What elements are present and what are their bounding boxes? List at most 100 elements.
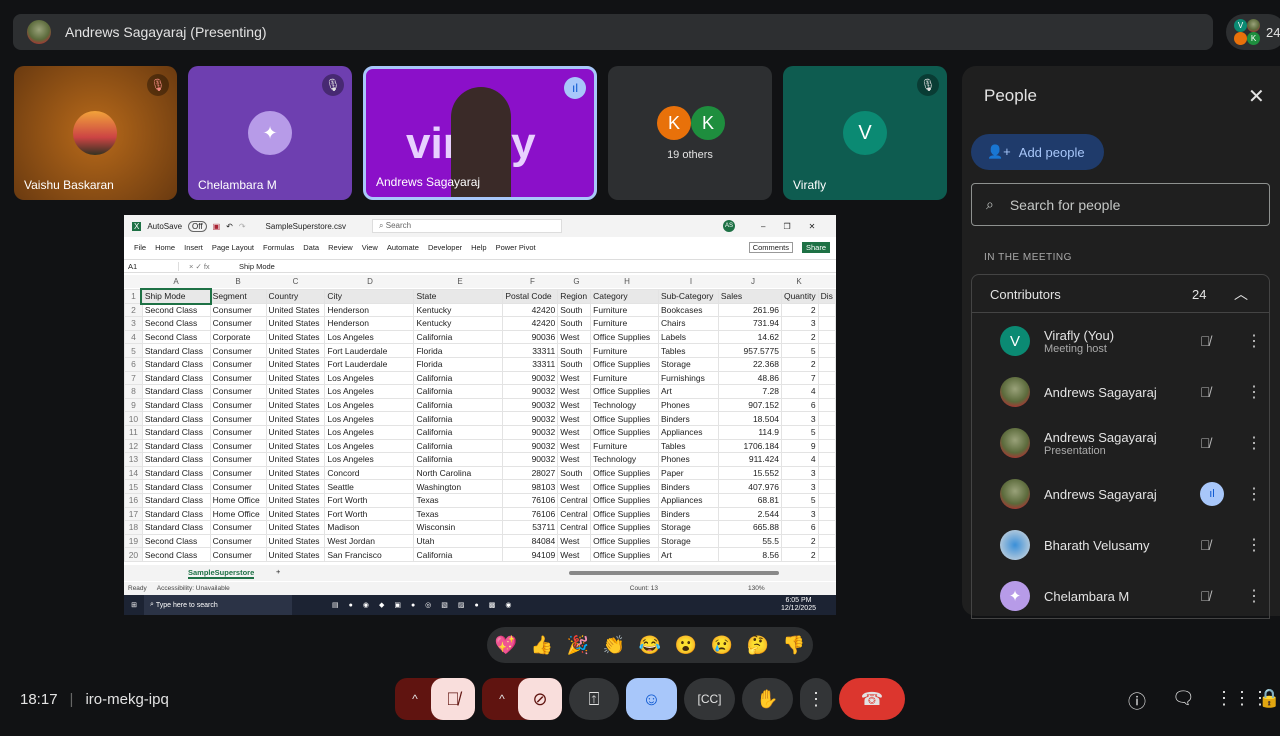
row-number[interactable]: 13 [124, 452, 143, 467]
column-header-cell[interactable]: Sales [717, 289, 782, 304]
cell[interactable]: Los Angeles [324, 411, 415, 426]
cell[interactable]: United States [265, 438, 326, 454]
cell[interactable]: United States [265, 384, 326, 399]
redo-icon[interactable]: ↷ [239, 222, 246, 231]
cell[interactable]: California [413, 547, 504, 562]
cell[interactable]: United States [265, 506, 326, 522]
row-number[interactable]: 12 [124, 438, 143, 454]
cell[interactable]: 2 [780, 356, 819, 372]
cell[interactable]: Appliances [657, 424, 719, 440]
cell[interactable]: United States [265, 533, 326, 549]
cell[interactable]: Florida [413, 356, 504, 372]
cell[interactable]: 90032 [502, 397, 559, 413]
cell[interactable]: Washington [413, 479, 504, 494]
column-letter[interactable]: J [721, 277, 785, 286]
cell[interactable]: Phones [657, 452, 719, 467]
column-letter[interactable]: E [415, 277, 505, 286]
cell[interactable]: Kentucky [413, 302, 504, 318]
row-number[interactable]: 19 [124, 533, 143, 549]
reaction-emoji-button[interactable]: 💖 [488, 635, 524, 656]
cell[interactable]: Fort Worth [324, 492, 415, 508]
cell[interactable]: West [557, 424, 592, 440]
reaction-emoji-button[interactable]: 😮 [668, 635, 704, 656]
cell[interactable] [817, 356, 836, 372]
cell[interactable]: California [413, 397, 504, 413]
cell[interactable]: Consumer [209, 533, 267, 549]
cell[interactable]: West [557, 533, 592, 549]
cell[interactable]: 90036 [502, 329, 559, 345]
cell[interactable]: Office Supplies [590, 411, 659, 426]
cell[interactable]: Los Angeles [324, 397, 415, 413]
raise-hand-button[interactable]: ✋ [742, 678, 793, 720]
save-icon[interactable]: ▣ [213, 222, 221, 231]
cell[interactable]: West [557, 547, 592, 562]
cell[interactable]: Los Angeles [324, 370, 415, 386]
cell[interactable]: South [557, 465, 592, 481]
cell[interactable]: Consumer [209, 547, 267, 562]
column-letter[interactable]: C [266, 277, 325, 286]
cell[interactable]: Consumer [209, 356, 267, 372]
cell[interactable]: 2.544 [717, 506, 782, 522]
cell[interactable]: 957.5775 [717, 343, 782, 358]
cell[interactable]: Tables [657, 438, 719, 454]
cell[interactable]: Standard Class [141, 397, 211, 413]
cell[interactable]: West [557, 397, 592, 413]
cell[interactable]: 9 [780, 438, 819, 454]
reaction-emoji-button[interactable]: 😢 [704, 635, 740, 656]
cell[interactable]: Storage [657, 533, 719, 549]
cell[interactable]: South [557, 356, 592, 372]
cell[interactable]: West [557, 411, 592, 426]
cell[interactable]: Paper [657, 465, 719, 481]
column-header-cell[interactable]: Country [265, 289, 326, 304]
cell[interactable]: Furniture [590, 343, 659, 358]
cell[interactable]: South [557, 316, 592, 331]
cell[interactable]: 28027 [502, 465, 559, 481]
cell[interactable]: United States [265, 492, 326, 508]
minimize-icon[interactable]: – [761, 222, 765, 231]
row-number[interactable]: 8 [124, 384, 143, 399]
cell[interactable]: 90032 [502, 424, 559, 440]
cell[interactable]: Office Supplies [590, 479, 659, 494]
column-header-cell[interactable]: Ship Mode [140, 287, 213, 306]
participant-row[interactable]: Andrews Sagayaraj ıl ⋮ [1000, 474, 1262, 514]
cell[interactable]: United States [265, 411, 326, 426]
cell[interactable]: West [557, 329, 592, 345]
cell[interactable]: West Jordan [324, 533, 415, 549]
cell[interactable]: 3 [780, 465, 819, 481]
reaction-emoji-button[interactable]: 👎 [776, 635, 812, 656]
cell[interactable]: Home Office [209, 492, 267, 508]
cell[interactable]: 76106 [502, 506, 559, 522]
row-number[interactable]: 18 [124, 520, 143, 535]
row-number[interactable]: 7 [124, 370, 143, 386]
column-header-cell[interactable]: State [413, 289, 504, 304]
add-people-button[interactable]: 👤+ Add people [971, 134, 1104, 170]
cell[interactable]: Art [657, 384, 719, 399]
cell[interactable]: 2 [780, 302, 819, 318]
column-header-cell[interactable]: Sub-Category [657, 289, 719, 304]
menu-formulas[interactable]: Formulas [263, 243, 294, 252]
others-tile[interactable]: K K 19 others [608, 66, 772, 200]
cell[interactable]: Office Supplies [590, 520, 659, 535]
cell[interactable]: Office Supplies [590, 547, 659, 562]
row-number[interactable]: 17 [124, 506, 143, 522]
mic-off-icon[interactable]: 🎙̸ [1200, 588, 1211, 604]
participant-row[interactable]: Andrews Sagayaraj 🎙̸ ⋮ [1000, 372, 1262, 412]
cell[interactable]: Florida [413, 343, 504, 358]
cell[interactable]: Standard Class [141, 492, 211, 508]
cell[interactable]: 5 [780, 424, 819, 440]
cell[interactable]: Art [657, 547, 719, 562]
cell[interactable]: 98103 [502, 479, 559, 494]
cell[interactable]: United States [265, 424, 326, 440]
comments-button[interactable]: Comments [748, 241, 793, 253]
cell[interactable]: 6 [780, 520, 819, 535]
more-vert-icon[interactable]: ⋮ [1246, 484, 1262, 504]
reaction-emoji-button[interactable]: 🎉 [560, 635, 596, 656]
row-number[interactable]: 5 [124, 343, 143, 358]
cell[interactable]: Technology [590, 397, 659, 413]
cell[interactable]: 114.9 [717, 424, 782, 440]
cell[interactable] [817, 370, 836, 386]
menu-insert[interactable]: Insert [184, 243, 203, 252]
cell[interactable]: Chairs [657, 316, 719, 331]
cell[interactable]: 94109 [502, 547, 559, 562]
cell[interactable]: 18.504 [717, 411, 782, 426]
